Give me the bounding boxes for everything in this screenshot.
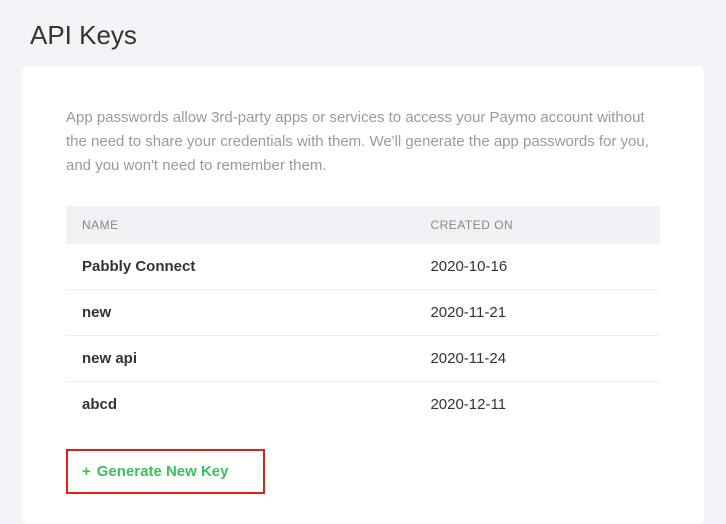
header-name: NAME <box>82 218 430 232</box>
table-row[interactable]: new 2020-11-21 <box>66 290 660 336</box>
cell-created: 2020-11-21 <box>430 304 644 321</box>
table-row[interactable]: new api 2020-11-24 <box>66 336 660 382</box>
generate-button-label: Generate New Key <box>97 463 229 480</box>
cell-name: new <box>82 304 430 321</box>
cell-name: Pabbly Connect <box>82 258 430 275</box>
api-keys-table: NAME CREATED ON Pabbly Connect 2020-10-1… <box>66 206 660 427</box>
generate-button-highlight: + Generate New Key <box>66 449 265 494</box>
cell-created: 2020-11-24 <box>430 350 644 367</box>
table-row[interactable]: Pabbly Connect 2020-10-16 <box>66 244 660 290</box>
header-created: CREATED ON <box>430 218 644 232</box>
cell-name: new api <box>82 350 430 367</box>
generate-new-key-button[interactable]: + Generate New Key <box>68 453 243 490</box>
cell-created: 2020-12-11 <box>430 396 644 413</box>
api-keys-card: App passwords allow 3rd-party apps or se… <box>22 66 704 524</box>
page-title: API Keys <box>0 0 726 66</box>
plus-icon: + <box>82 463 91 480</box>
description-text: App passwords allow 3rd-party apps or se… <box>66 106 660 178</box>
cell-name: abcd <box>82 396 430 413</box>
table-row[interactable]: abcd 2020-12-11 <box>66 382 660 427</box>
table-header: NAME CREATED ON <box>66 206 660 244</box>
cell-created: 2020-10-16 <box>430 258 644 275</box>
